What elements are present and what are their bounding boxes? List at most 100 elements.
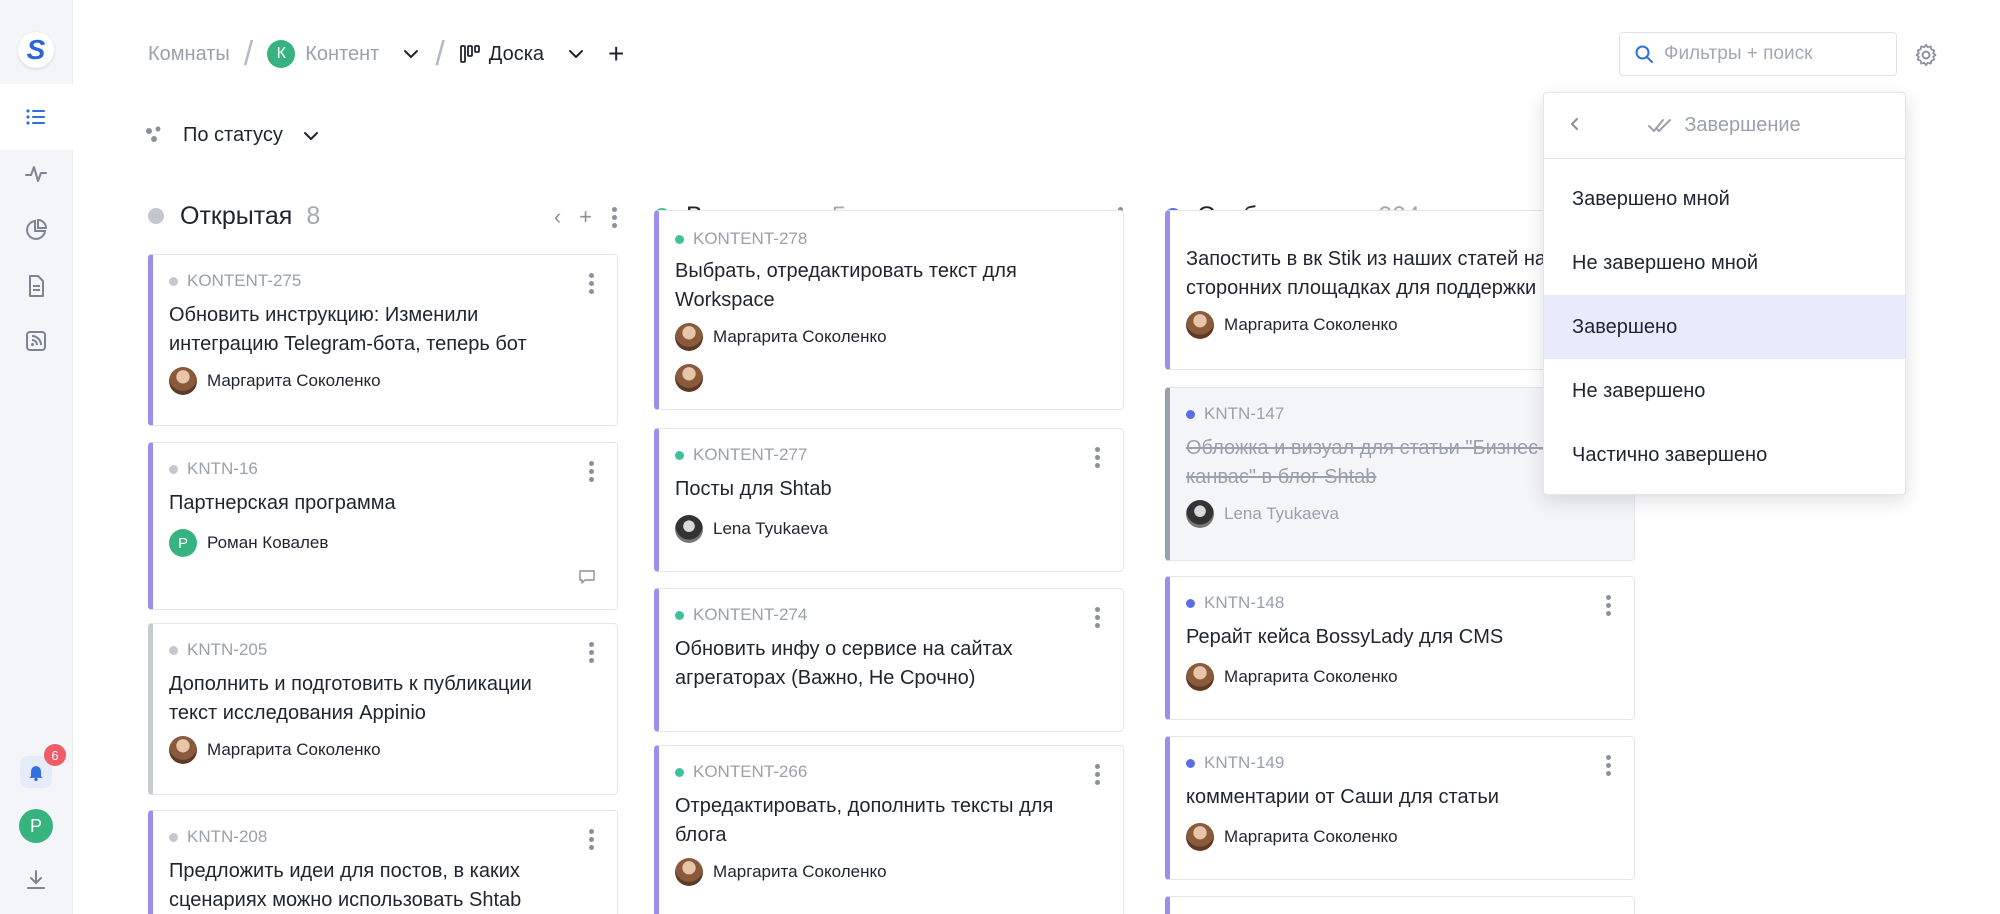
task-key: KONTENT-274 [693,605,808,624]
assignee-name: Маргарита Соколенко [1224,827,1398,846]
download-icon[interactable] [24,868,48,897]
breadcrumb-board[interactable]: Доска [489,43,544,66]
card-menu-icon[interactable] [587,829,595,850]
pie-chart-icon[interactable] [22,216,50,244]
task-key: KONTENT-277 [693,445,808,464]
avatar [169,736,197,764]
chevron-down-icon [303,131,318,140]
dropdown-title: Завершение [1684,114,1801,136]
task-title: Дополнить и подготовить к публикации тек… [169,673,532,724]
bell-icon [29,766,43,782]
group-by-label: По статусу [183,124,283,146]
task-key: KONTENT-266 [693,762,808,781]
task-card[interactable]: KONTENT-278 Выбрать, отредактировать тек… [654,210,1124,410]
assignee-name: Роман Ковалев [207,533,329,552]
task-card[interactable]: KNTN-205 Дополнить и подготовить к публи… [148,623,618,795]
list-icon[interactable] [22,103,50,131]
board-icon [459,43,481,65]
card-menu-icon[interactable] [1604,595,1612,616]
column-header: Открытая 8 ‹ + [148,198,618,234]
task-card[interactable]: KNTN-148 Рерайт кейса BossyLady для CMS … [1165,576,1635,720]
search-box[interactable] [1619,32,1897,76]
task-key: KNTN-205 [187,640,268,659]
task-title: Выбрать, отредактировать текст для Works… [675,260,1017,311]
task-card[interactable]: KONTENT-274 Обновить инфу о сервисе на с… [654,588,1124,732]
card-menu-icon[interactable] [587,461,595,482]
avatar [1186,500,1214,528]
task-card[interactable]: KNTN-150 [1165,896,1635,914]
assignee-name: Маргарита Соколенко [1224,667,1398,686]
chevron-down-icon[interactable] [401,44,421,64]
avatar: Р [169,529,197,557]
task-card[interactable]: KNTN-208 Предложить идеи для постов, в к… [148,810,618,914]
task-card[interactable]: KNTN-16 Партнерская программа Р Роман Ков… [148,442,618,610]
breadcrumb: Комнаты / К Контент / Доска + [148,34,624,73]
chevron-left-icon[interactable] [1566,115,1584,139]
group-by-selector[interactable]: По статусу [145,124,321,147]
option-partially-completed[interactable]: Частично завершено [1544,423,1905,487]
task-card[interactable]: KONTENT-277 Посты для Shtab Lena Tyukaev… [654,428,1124,572]
card-menu-icon[interactable] [587,642,595,663]
breadcrumb-rooms[interactable]: Комнаты [148,43,230,66]
task-title: Посты для Shtab [675,478,832,500]
column-menu-icon[interactable] [610,206,618,228]
task-key: KNTN-208 [187,827,268,846]
option-not-completed[interactable]: Не завершено [1544,359,1905,423]
assignee-name: Lena Tyukaeva [1224,504,1339,523]
gear-icon[interactable] [1913,42,1939,73]
column-open: Открытая 8 ‹ + [148,198,618,234]
rss-icon[interactable] [22,327,50,355]
completion-filter-dropdown: Завершение Завершено мной Не завершено м… [1543,92,1906,495]
task-title: комментарии от Саши для статьи [1186,786,1499,808]
task-title: Обложка и визуал для статьи "Бизнес-канв… [1186,437,1545,488]
card-menu-icon[interactable] [1093,607,1101,628]
logo-mark: S [26,34,46,65]
comment-icon[interactable] [579,570,595,589]
column-count: 8 [306,201,321,230]
option-completed[interactable]: Завершено [1544,295,1905,359]
search-input[interactable] [1664,43,1874,65]
task-key: KNTN-147 [1204,404,1285,423]
task-key: KNTN-16 [187,459,258,478]
task-key: KONTENT-278 [693,229,808,248]
avatar [1186,663,1214,691]
document-icon[interactable] [22,272,50,300]
space-avatar: К [267,40,296,68]
activity-icon[interactable] [22,160,50,188]
user-avatar[interactable]: Р [19,809,53,843]
column-title: Открытая [180,201,293,230]
card-menu-icon[interactable] [1093,764,1101,785]
app-logo[interactable]: S [18,32,54,68]
task-card[interactable]: KONTENT-275 Обновить инструкцию: Изменил… [148,254,618,426]
avatar [675,515,703,543]
task-card[interactable]: KONTENT-266 Отредактировать, дополнить т… [654,745,1124,914]
avatar [675,364,703,392]
avatar [675,323,703,351]
chevron-down-icon[interactable] [566,44,586,64]
task-card[interactable]: KNTN-149 комментарии от Саши для статьи … [1165,736,1635,880]
option-completed-by-me[interactable]: Завершено мной [1544,167,1905,231]
collapse-left-icon[interactable]: ‹ [554,204,561,230]
card-menu-icon[interactable] [1604,755,1612,776]
add-board-button[interactable]: + [608,38,624,70]
task-title: Обновить инфу о сервисе на сайтах агрега… [675,638,1013,689]
task-title: Запостить в вк Stik из наших статей на с… [1186,248,1547,299]
add-card-button[interactable]: + [579,204,592,230]
task-title: Обновить инструкцию: Изменили интеграцию… [169,304,527,355]
assignee-name: Маргарита Соколенко [207,371,381,390]
avatar [169,367,197,395]
breadcrumb-separator: / [435,34,445,73]
card-menu-icon[interactable] [587,273,595,294]
task-title: Рерайт кейса BossyLady для CMS [1186,626,1504,648]
breadcrumb-space[interactable]: Контент [305,43,379,66]
card-menu-icon[interactable] [1093,447,1101,468]
task-title: Отредактировать, дополнить тексты для бл… [675,795,1054,846]
assignee-name: Маргарита Соколенко [713,862,887,881]
search-icon [1635,45,1653,63]
avatar [675,858,703,886]
avatar [1186,823,1214,851]
task-title: Партнерская программа [169,492,396,514]
option-not-completed-by-me[interactable]: Не завершено мной [1544,231,1905,295]
status-dot [148,208,164,224]
task-key: KNTN-148 [1204,593,1285,612]
